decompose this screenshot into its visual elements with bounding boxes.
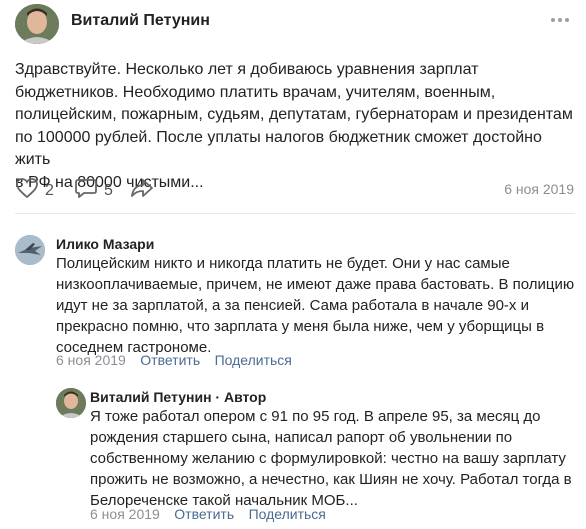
post-date: 6 ноя 2019 [504, 181, 574, 197]
reply-button[interactable]: Ответить [140, 352, 200, 368]
comment-line: низкооплачиваемые, причем, не имеют даже… [56, 276, 575, 293]
divider [15, 213, 575, 214]
comment-icon [74, 177, 98, 204]
comment-author-name[interactable]: Илико Мазари [56, 236, 154, 252]
post-line: полицейским, пожарным, судьям, депутатам… [15, 106, 573, 123]
comment-count: 5 [104, 181, 113, 199]
reply-line: рождения старшего сына, написал рапорт о… [90, 429, 513, 446]
reply-button[interactable]: Ответить [174, 506, 234, 522]
share-icon [130, 177, 154, 204]
reply-author-name[interactable]: Виталий Петунин [90, 389, 212, 405]
share-link[interactable]: Поделиться [249, 506, 326, 522]
comment-author-avatar[interactable] [15, 235, 45, 265]
reply-line: собственному желанию с формулировкой: че… [90, 450, 566, 467]
like-button[interactable]: 2 [15, 177, 54, 204]
post-line: по 100000 рублей. После уплаты налогов б… [15, 128, 542, 169]
comments-button[interactable]: 5 [74, 177, 113, 204]
comment-line: идут не за зарплатой, а за пенсией. Сама… [56, 297, 529, 314]
comment-footer: 6 ноя 2019 Ответить Поделиться [56, 352, 292, 370]
comment-body: Полицейским никто и никогда платить не б… [56, 253, 581, 358]
reply-line: прожить не возможно, а нечестно, как Шия… [90, 471, 572, 488]
post-author-name[interactable]: Виталий Петунин [71, 12, 210, 30]
reply-date: 6 ноя 2019 [90, 506, 160, 522]
post-line: Здравствуйте. Несколько лет я добиваюсь … [15, 61, 479, 78]
post-body: Здравствуйте. Несколько лет я добиваюсь … [15, 59, 580, 194]
reply-body: Я тоже работал опером с 91 по 95 год. В … [90, 406, 582, 511]
reply-footer: 6 ноя 2019 Ответить Поделиться [90, 506, 326, 524]
comment-line: прекрасно помню, что зарплата у меня был… [56, 318, 545, 335]
more-icon[interactable] [550, 14, 570, 23]
share-button[interactable] [130, 177, 154, 204]
post-line: бюджетников. Необходимо платить врачам, … [15, 83, 496, 101]
comment-date: 6 ноя 2019 [56, 352, 126, 368]
reply-line: Я тоже работал опером с 91 по 95 год. В … [90, 408, 541, 425]
heart-icon [15, 177, 39, 204]
like-count: 2 [45, 181, 54, 199]
share-link[interactable]: Поделиться [215, 352, 292, 368]
post-author-avatar[interactable] [15, 4, 59, 44]
author-badge: · Автор [215, 389, 267, 405]
comment-line: Полицейским никто и никогда платить не б… [56, 255, 510, 272]
reply-author-avatar[interactable] [56, 388, 86, 418]
reply-header: Виталий Петунин · Автор [90, 389, 266, 405]
